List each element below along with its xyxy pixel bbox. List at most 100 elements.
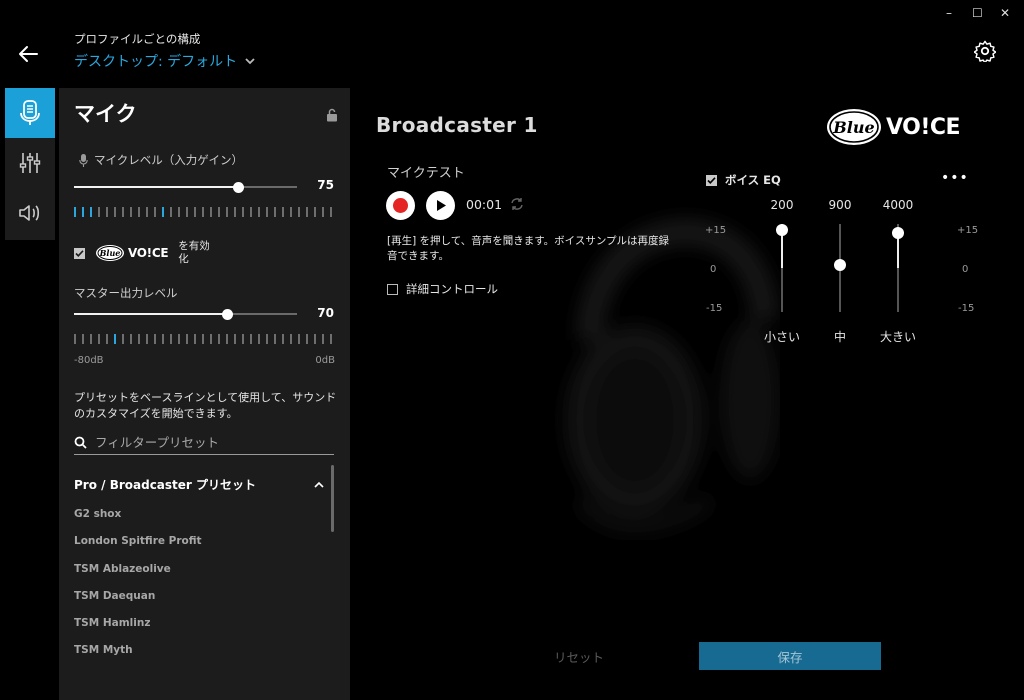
mic-test-label: マイクテスト (387, 166, 465, 181)
preset-item[interactable]: TSM Hamlinz (74, 617, 202, 644)
microphone-small-icon (79, 153, 88, 167)
chevron-up-icon (314, 481, 324, 488)
left-rail (5, 88, 55, 240)
mic-level-value: 75 (317, 178, 334, 192)
preset-item[interactable]: G2 shox (74, 508, 202, 535)
eq-band-slider[interactable] (892, 224, 904, 312)
test-timer: 00:01 (466, 197, 503, 212)
chevron-down-icon (245, 58, 255, 65)
profile-selected-label: デスクトップ: デフォルト (74, 54, 238, 70)
checkmark-icon (707, 176, 716, 184)
eq-band-slider[interactable] (834, 224, 846, 312)
master-level-thumb[interactable] (221, 308, 233, 320)
blue-voice-toggle[interactable]: Blue VO!CE を有効化 (74, 240, 218, 266)
blue-logo-text: Blue (832, 118, 874, 137)
eq-band-frequency: 4000 (882, 198, 914, 212)
voice-eq-checkbox[interactable] (706, 174, 717, 186)
preset-group-title: Pro / Broadcaster プリセット (74, 478, 257, 492)
voice-logo-text: VO!CE (886, 114, 961, 140)
close-icon[interactable]: ✕ (1000, 6, 1010, 20)
equalizer-icon (19, 153, 41, 173)
back-arrow-icon[interactable] (16, 42, 40, 66)
eq-db-top-left: +15 (705, 225, 727, 236)
search-icon (74, 436, 87, 449)
rail-item-speaker[interactable] (5, 188, 55, 238)
master-level-fill (74, 313, 227, 315)
blue-voice-checkbox[interactable] (74, 247, 85, 259)
blue-logo-icon: Blue (96, 245, 124, 261)
gear-icon[interactable] (974, 40, 996, 62)
record-icon (393, 198, 408, 213)
eq-db-mid-right: 0 (962, 264, 969, 275)
advanced-controls-toggle[interactable]: 詳細コントロール (387, 281, 498, 297)
panel-title: マイク (74, 102, 137, 126)
eq-band-name: 小さい (763, 330, 800, 344)
preset-description: プリセットをベースラインとして使用して、サウンドのカスタマイズを開始できます。 (74, 391, 337, 420)
record-button[interactable] (386, 191, 415, 220)
blue-voice-logo-small: Blue VO!CE (95, 244, 169, 262)
filter-presets-input[interactable] (95, 435, 315, 450)
preset-item[interactable]: TSM Daequan (74, 590, 202, 617)
preset-scrollbar[interactable] (331, 465, 334, 532)
mic-level-thumb[interactable] (232, 181, 244, 193)
preset-item[interactable]: TSM Ablazeolive (74, 563, 202, 590)
mic-settings-panel: マイク マイクレベル（入力ゲイン） 75 Blue VO!CE を有効化 マスタ… (59, 88, 350, 700)
play-icon (436, 200, 446, 211)
advanced-controls-checkbox[interactable] (387, 283, 398, 295)
eq-band-thumb[interactable] (892, 226, 904, 239)
microphone-icon (20, 100, 40, 125)
more-options-icon[interactable]: ••• (941, 170, 969, 186)
mic-level-meter (74, 207, 332, 217)
play-button[interactable] (426, 191, 455, 220)
master-level-meter (74, 334, 332, 344)
profile-selector[interactable]: デスクトップ: デフォルト (74, 51, 255, 71)
blue-logo-text: Blue (99, 248, 121, 258)
voice-eq-toggle[interactable]: ボイス EQ (706, 172, 781, 188)
reset-button[interactable]: リセット (520, 642, 638, 670)
db-min-label: -80dB (74, 355, 104, 366)
window-controls: – ☐ ✕ (944, 6, 1010, 20)
mic-level-text: マイクレベル（入力ゲイン） (94, 153, 244, 167)
eq-band-frequency: 200 (770, 198, 794, 212)
mic-level-label: マイクレベル（入力ゲイン） (79, 152, 243, 168)
eq-band-name: 大きい (879, 330, 916, 344)
eq-band-name: 中 (833, 330, 846, 344)
mic-test-hint: [再生] を押して、音声を聞きます。ボイスサンプルは再度録音できます。 (387, 235, 670, 262)
rail-item-equalizer[interactable] (5, 138, 55, 188)
preset-name-title: Broadcaster 1 (376, 113, 538, 137)
blue-voice-logo: Blue VO!CE (826, 108, 961, 146)
eq-band-slider[interactable] (776, 223, 788, 312)
repeat-icon[interactable] (510, 197, 524, 211)
speaker-icon (19, 205, 40, 221)
profile-caption: プロファイルごとの構成 (74, 32, 201, 46)
eq-band-thumb[interactable] (834, 259, 846, 272)
master-level-label: マスター出力レベル (74, 286, 178, 300)
maximize-icon[interactable]: ☐ (972, 6, 983, 20)
advanced-controls-label: 詳細コントロール (406, 282, 498, 296)
voice-eq-label: ボイス EQ (725, 173, 781, 187)
headset-background-image (565, 219, 780, 534)
preset-group-header[interactable]: Pro / Broadcaster プリセット (74, 476, 324, 493)
blue-logo-icon: Blue (827, 109, 881, 145)
eq-db-mid-left: 0 (710, 264, 717, 275)
mic-level-slider[interactable] (74, 181, 297, 193)
mic-level-fill (74, 186, 238, 188)
filter-presets[interactable] (74, 431, 334, 455)
db-max-label: 0dB (315, 355, 335, 366)
eq-band-frequency: 900 (828, 198, 852, 212)
checkmark-icon (75, 249, 84, 257)
master-level-slider[interactable] (74, 308, 297, 320)
minimize-icon[interactable]: – (944, 6, 954, 20)
eq-db-bottom-left: -15 (706, 303, 723, 314)
master-level-value: 70 (317, 306, 334, 320)
voice-logo-text: VO!CE (128, 246, 169, 260)
blue-voice-enable-text: を有効化 (178, 240, 210, 265)
preset-item[interactable]: TSM Myth (74, 644, 202, 671)
preset-list: G2 shox London Spitfire Profit TSM Ablaz… (74, 508, 202, 672)
rail-item-mic[interactable] (5, 88, 55, 138)
preset-item[interactable]: London Spitfire Profit (74, 535, 202, 562)
eq-band-thumb[interactable] (776, 223, 788, 236)
eq-db-top-right: +15 (957, 225, 979, 236)
unlock-icon[interactable] (326, 108, 338, 122)
save-button[interactable]: 保存 (699, 642, 881, 670)
